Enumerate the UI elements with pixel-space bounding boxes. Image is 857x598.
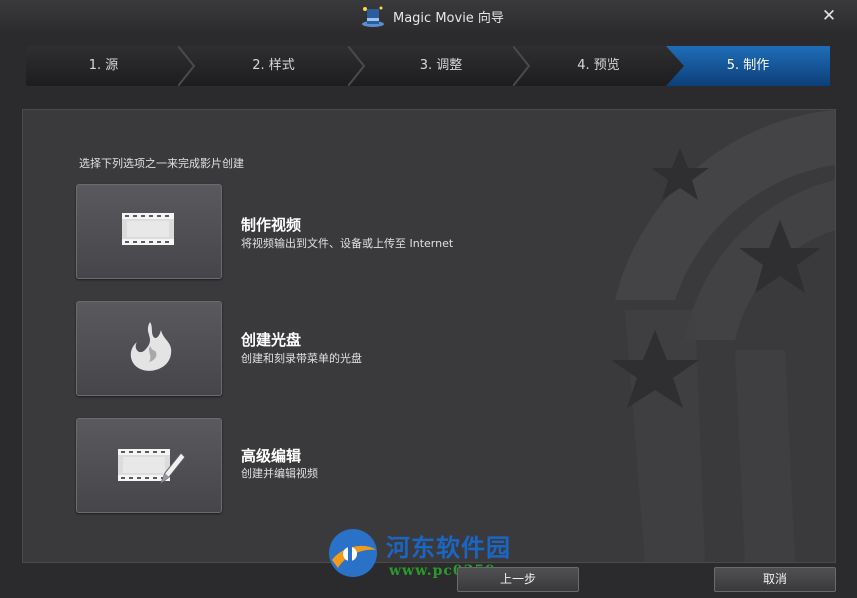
step-arrow-icon [513,46,531,86]
step-label: 5. 制作 [726,58,770,73]
stars-background [611,110,835,562]
back-button[interactable]: 上一步 [457,567,579,592]
option-description: 创建和刻录带菜单的光盘 [241,352,362,365]
cancel-button-label: 取消 [762,572,787,586]
flame-icon [130,322,172,371]
film-icon [122,213,174,245]
close-icon: ✕ [821,6,837,26]
advanced-edit-button[interactable] [76,418,222,513]
step-arrow-icon [348,46,366,86]
step-style[interactable]: 2. 样式 [196,46,351,86]
close-button[interactable]: ✕ [819,6,839,26]
cancel-button[interactable]: 取消 [714,567,836,592]
film-edit-icon [118,449,186,485]
step-produce[interactable]: 5. 制作 [666,46,830,86]
instruction-text: 选择下列选项之一来完成影片创建 [79,157,244,170]
title-bar: Magic Movie 向导 ✕ [0,0,857,32]
step-source[interactable]: 1. 源 [26,46,181,86]
option-title: 高级编辑 [241,447,302,465]
option-title: 制作视频 [241,216,302,234]
watermark-logo [329,529,377,577]
step-preview[interactable]: 4. 预览 [531,46,666,86]
step-label: 3. 调整 [419,58,463,73]
option-description: 创建并编辑视频 [241,467,318,480]
create-disc-button[interactable] [76,301,222,396]
step-adjust[interactable]: 3. 调整 [366,46,516,86]
step-label: 1. 源 [88,58,119,73]
watermark-name: 河东软件园 [386,533,511,562]
make-video-button[interactable] [76,184,222,279]
step-label: 2. 样式 [252,58,295,73]
wizard-steps: 1. 源 2. 样式 3. 调整 4. 预览 5. 制作 [26,46,830,86]
magic-hat-icon [362,6,384,27]
back-button-label: 上一步 [499,572,536,586]
step-label: 4. 预览 [577,58,620,73]
main-panel: 选择下列选项之一来完成影片创建 制作视频 将视频输出到文件、设备或上传至 Int… [22,109,836,563]
option-description: 将视频输出到文件、设备或上传至 Internet [241,237,454,250]
step-arrow-icon [178,46,196,86]
window-title: Magic Movie 向导 [393,11,504,26]
option-title: 创建光盘 [241,331,302,349]
